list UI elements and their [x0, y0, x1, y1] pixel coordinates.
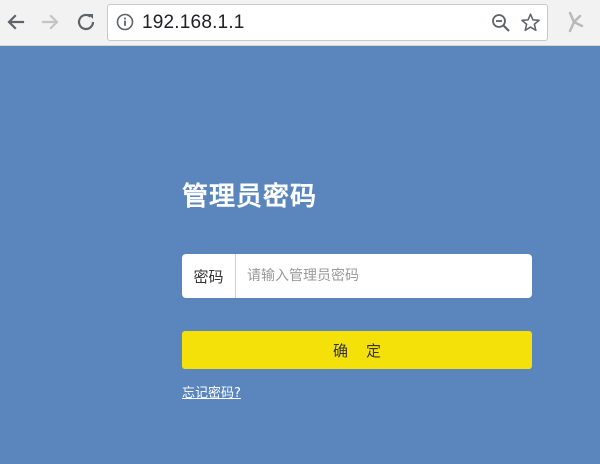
forward-arrow-icon: [41, 14, 59, 30]
info-icon[interactable]: [116, 13, 134, 31]
url-text[interactable]: 192.168.1.1: [142, 12, 245, 34]
zoom-out-icon[interactable]: [491, 13, 511, 33]
browser-toolbar: 192.168.1.1: [0, 0, 600, 46]
address-bar[interactable]: 192.168.1.1: [107, 4, 548, 41]
bookmark-star-icon[interactable]: [520, 12, 541, 33]
confirm-button[interactable]: 确定: [182, 331, 532, 369]
back-arrow-icon: [7, 14, 25, 30]
back-button[interactable]: [2, 8, 30, 36]
forward-button[interactable]: [36, 8, 64, 36]
extension-icon[interactable]: [565, 10, 587, 34]
reload-button[interactable]: [72, 8, 100, 36]
password-input[interactable]: [237, 255, 527, 297]
page-title: 管理员密码: [182, 182, 318, 212]
reload-icon: [77, 13, 95, 31]
forgot-password-link[interactable]: 忘记密码?: [182, 382, 241, 401]
password-label: 密码: [182, 254, 236, 298]
password-field[interactable]: 密码: [182, 254, 532, 298]
